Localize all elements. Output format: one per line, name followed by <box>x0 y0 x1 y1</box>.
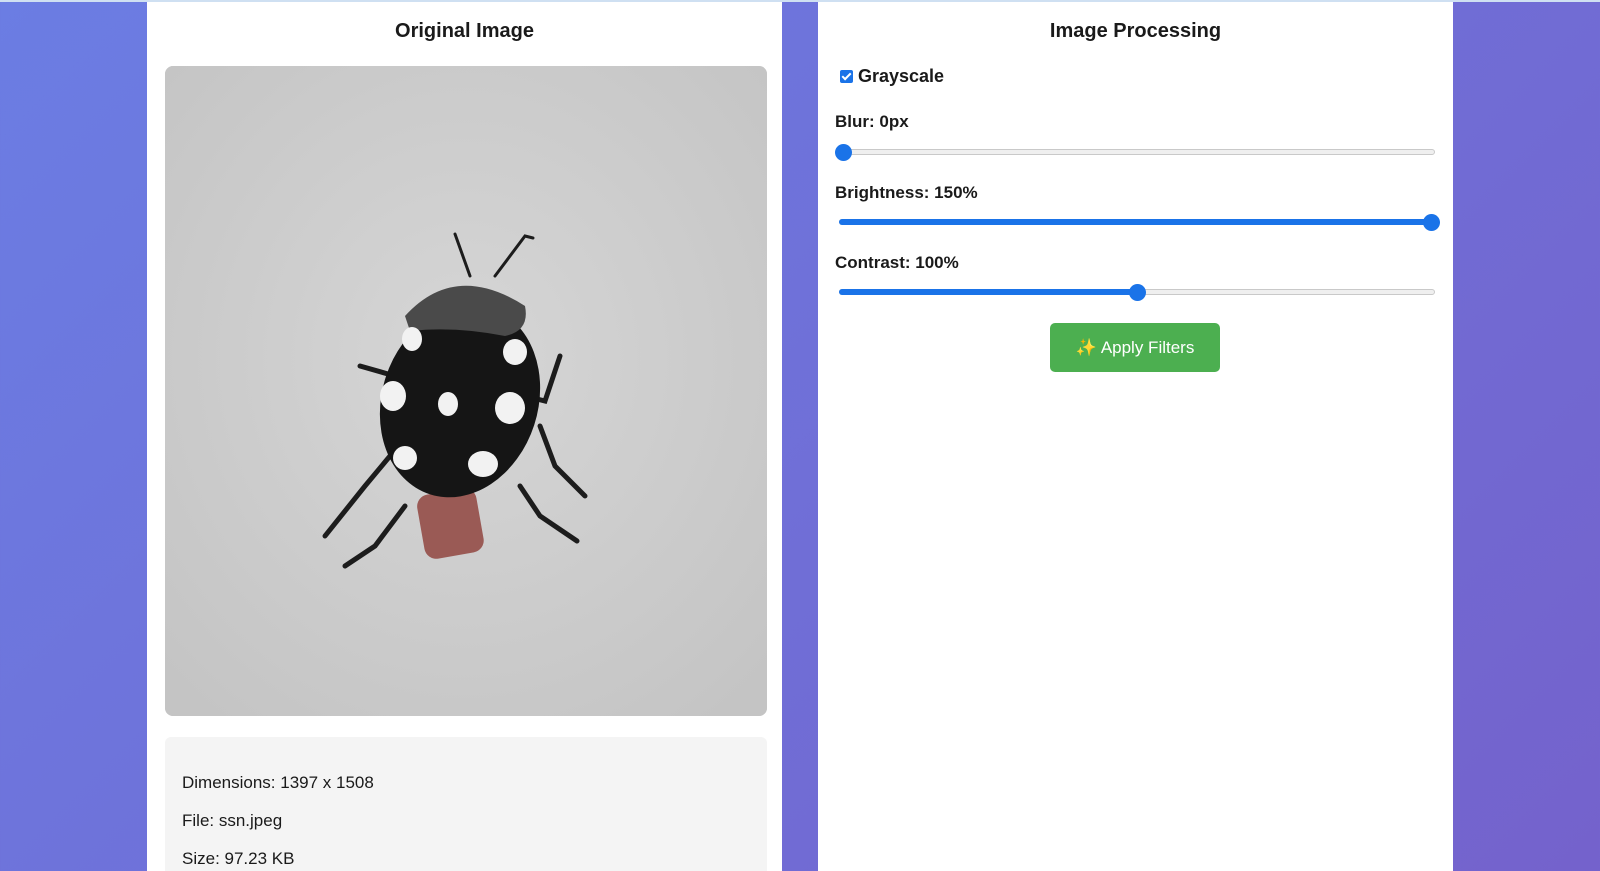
brightness-slider-fill <box>839 219 1431 225</box>
blur-slider[interactable] <box>835 143 1439 163</box>
brightness-slider[interactable] <box>835 213 1440 233</box>
brightness-slider-thumb[interactable] <box>1423 214 1440 231</box>
apply-filters-button[interactable]: ✨ Apply Filters <box>1050 323 1220 372</box>
contrast-slider[interactable] <box>835 283 1439 303</box>
original-image <box>165 66 767 716</box>
blur-label: Blur: 0px <box>835 112 909 131</box>
original-image-panel: Original Image Dimensions: 1397 x 1508 F… <box>147 2 782 871</box>
grayscale-label: Grayscale <box>858 66 945 86</box>
apply-filters-label: Apply Filters <box>1100 337 1195 357</box>
image-dimensions: Dimensions: 1397 x 1508 <box>182 773 374 792</box>
blur-slider-thumb[interactable] <box>835 144 852 161</box>
grayscale-checkbox[interactable] <box>840 70 853 83</box>
original-image-title: Original Image <box>395 20 534 42</box>
image-processing-panel: Image Processing Grayscale Blur: 0px Bri… <box>818 2 1453 871</box>
contrast-slider-thumb[interactable] <box>1129 284 1146 301</box>
sparkles-icon: ✨ <box>1075 337 1097 357</box>
brightness-label: Brightness: 150% <box>835 183 978 202</box>
grayscale-toggle[interactable]: Grayscale <box>840 66 944 87</box>
ladybug-photo <box>165 66 767 716</box>
contrast-label: Contrast: 100% <box>835 253 959 272</box>
image-processing-title: Image Processing <box>1049 20 1222 42</box>
image-info-box: Dimensions: 1397 x 1508 File: ssn.jpeg S… <box>165 737 767 871</box>
image-filename: File: ssn.jpeg <box>182 811 283 830</box>
contrast-slider-fill <box>839 289 1137 295</box>
image-filesize: Size: 97.23 KB <box>182 849 295 868</box>
